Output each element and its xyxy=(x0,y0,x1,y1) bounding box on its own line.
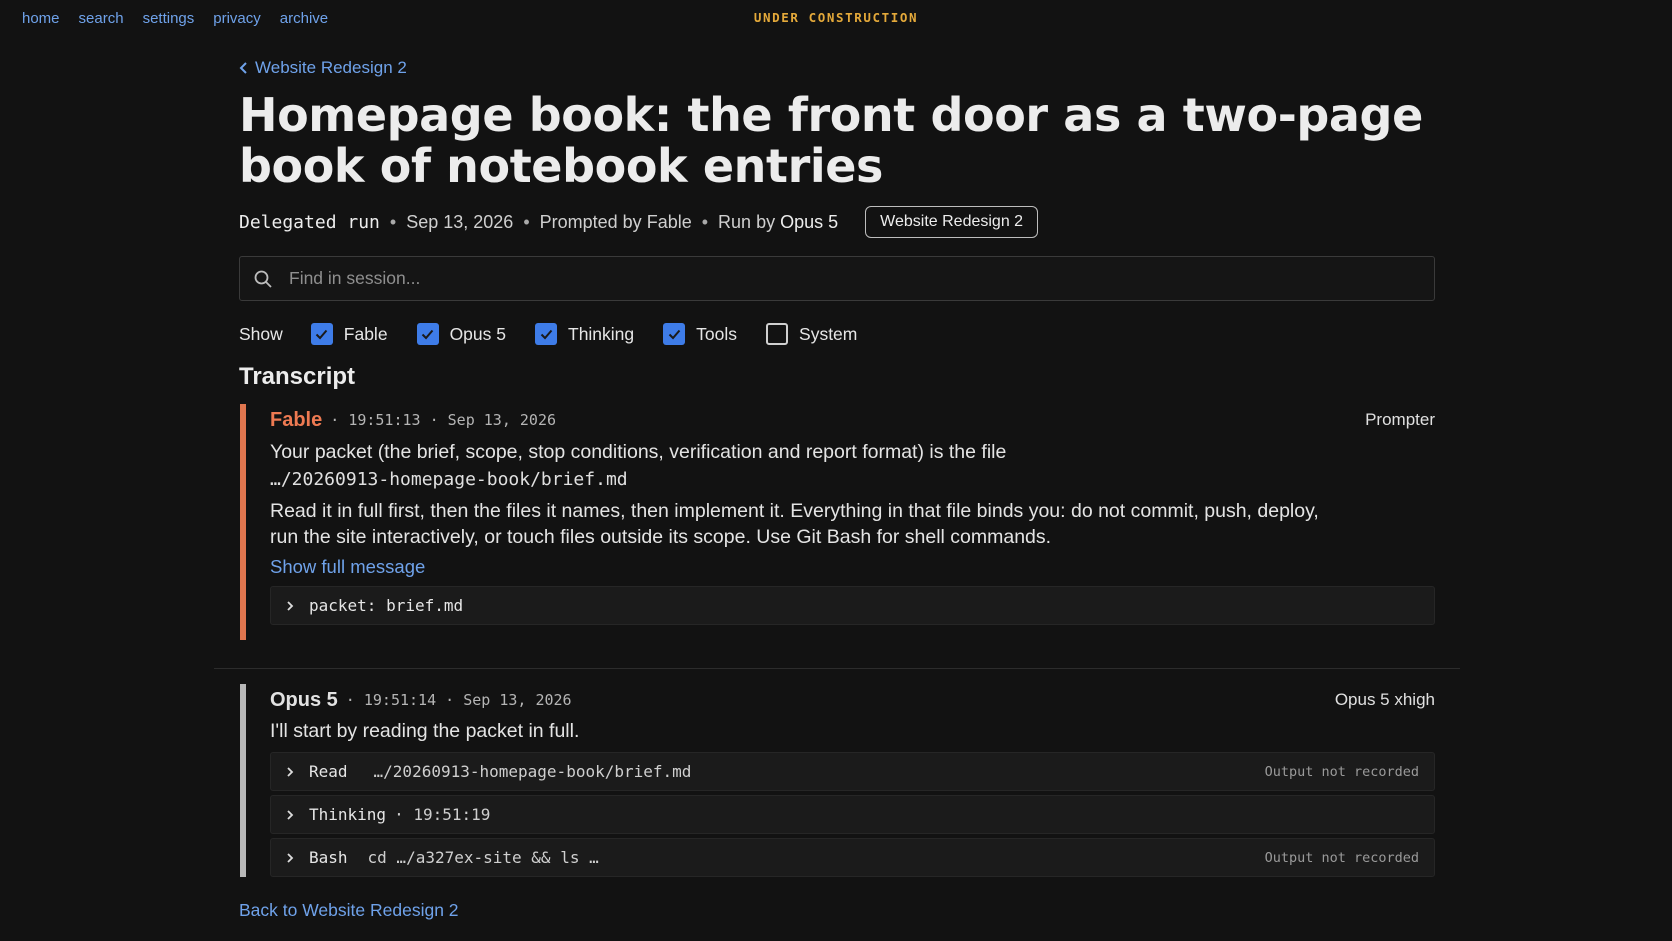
chevron-right-icon xyxy=(287,809,294,820)
search-icon xyxy=(254,270,272,288)
message-fable: Fable · 19:51:13 · Sep 13, 2026 Prompter… xyxy=(239,404,1435,640)
filter-system[interactable]: System xyxy=(766,323,857,345)
message-header: Fable · 19:51:13 · Sep 13, 2026 Prompter xyxy=(270,404,1435,435)
filter-opus[interactable]: Opus 5 xyxy=(416,323,506,345)
search-input[interactable] xyxy=(287,267,1434,290)
chevron-right-icon xyxy=(287,852,294,863)
tool-call-thinking[interactable]: Thinking · 19:51:19 xyxy=(270,795,1435,834)
attachment-packet[interactable]: packet: brief.md xyxy=(270,586,1435,625)
back-link[interactable]: Back to Website Redesign 2 xyxy=(239,900,459,921)
attachment-label: packet: xyxy=(309,596,377,615)
run-date: Sep 13, 2026 xyxy=(406,211,514,232)
meta-separator: • xyxy=(701,211,709,232)
tool-name: Read xyxy=(309,762,348,781)
tool-arg: …/20260913-homepage-book/brief.md xyxy=(373,762,692,781)
filter-thinking[interactable]: Thinking xyxy=(535,323,634,345)
message-author: Opus 5 xyxy=(270,688,338,711)
filter-opus-label: Opus 5 xyxy=(449,323,506,344)
opus-message-wrap: Opus 5 · 19:51:14 · Sep 13, 2026 Opus 5 … xyxy=(239,684,1435,877)
filter-fable-checkbox[interactable] xyxy=(310,323,333,345)
filter-tools-checkbox[interactable] xyxy=(663,323,686,345)
message-path: …/20260913-homepage-book/brief.md xyxy=(270,469,628,490)
filter-tools-label: Tools xyxy=(696,323,738,344)
filters-label: Show xyxy=(239,323,283,344)
message-accent-bar xyxy=(240,404,246,640)
construction-banner: UNDER CONSTRUCTION xyxy=(753,10,919,25)
filter-fable-label: Fable xyxy=(343,323,388,344)
message-time: 19:51:13 xyxy=(348,411,421,429)
message-text: I'll start by reading the packet in full… xyxy=(270,720,580,742)
tool-call-bash[interactable]: Bash cd …/a327ex-site && ls … Output not… xyxy=(270,838,1435,877)
transcript-heading: Transcript xyxy=(239,363,356,390)
check-icon xyxy=(540,329,552,339)
message-time: 19:51:14 xyxy=(363,691,437,709)
message-timestamp: · 19:51:14 · Sep 13, 2026 xyxy=(345,691,572,709)
message-divider xyxy=(214,668,1460,669)
breadcrumb-label: Website Redesign 2 xyxy=(255,58,407,77)
page-title: Homepage book: the front door as a two-p… xyxy=(239,88,1423,193)
message-role: Opus 5 xhigh xyxy=(1334,690,1435,709)
breadcrumb[interactable]: Website Redesign 2 xyxy=(239,58,1435,78)
tool-status: Output not recorded xyxy=(1264,763,1419,780)
prompted-prefix: Prompted by xyxy=(539,211,642,232)
filter-opus-checkbox[interactable] xyxy=(416,323,439,345)
meta-separator: • xyxy=(523,211,530,232)
check-icon xyxy=(421,329,434,339)
show-full-message-link[interactable]: Show full message xyxy=(270,556,1435,578)
message-date: Sep 13, 2026 xyxy=(447,411,557,429)
filter-system-checkbox[interactable] xyxy=(766,323,789,345)
show-filters: Show Fable Opus 5 Thinking Tools System xyxy=(239,323,1435,345)
message-role: Prompter xyxy=(1365,410,1435,429)
filter-fable[interactable]: Fable xyxy=(310,323,388,345)
message-author: Fable xyxy=(270,408,323,431)
message-header: Opus 5 · 19:51:14 · Sep 13, 2026 Opus 5 … xyxy=(270,684,1435,715)
project-pill[interactable]: Website Redesign 2 xyxy=(865,206,1039,238)
filter-thinking-label: Thinking xyxy=(568,323,635,344)
tool-name: Thinking xyxy=(309,805,387,824)
run-type: Delegated run xyxy=(239,211,380,233)
filter-thinking-checkbox[interactable] xyxy=(535,323,557,345)
chevron-right-icon xyxy=(287,766,294,777)
check-icon xyxy=(316,329,328,339)
message-accent-bar xyxy=(240,684,246,877)
chevron-right-icon xyxy=(287,600,294,611)
tool-call-read[interactable]: Read …/20260913-homepage-book/brief.md O… xyxy=(270,752,1435,791)
tool-arg: cd …/a327ex-site && ls … xyxy=(367,848,599,867)
message-date: Sep 13, 2026 xyxy=(463,691,572,709)
tool-name: Bash xyxy=(309,848,348,867)
message-text: Read it in full first, then the files it… xyxy=(270,500,1319,548)
main-content: Website Redesign 2 Homepage book: the fr… xyxy=(239,58,1435,640)
message-opus: Opus 5 · 19:51:14 · Sep 13, 2026 Opus 5 … xyxy=(239,684,1435,877)
message-text: Your packet (the brief, scope, stop cond… xyxy=(270,441,1007,463)
chevron-left-icon xyxy=(239,62,247,74)
session-search xyxy=(239,256,1435,301)
run-by: Opus 5 xyxy=(780,211,839,232)
check-icon xyxy=(668,329,680,339)
run-prefix: Run by xyxy=(718,211,776,232)
filter-system-label: System xyxy=(799,323,858,344)
filter-tools[interactable]: Tools xyxy=(663,323,737,345)
attachment-file: brief.md xyxy=(386,596,464,615)
tool-arg: · 19:51:19 xyxy=(394,805,491,824)
session-meta: Delegated run • Sep 13, 2026 • Prompted … xyxy=(239,206,1435,238)
tool-status: Output not recorded xyxy=(1264,849,1419,866)
prompted-by: Fable xyxy=(646,211,692,232)
meta-separator: • xyxy=(389,211,397,232)
message-timestamp: · 19:51:13 · Sep 13, 2026 xyxy=(330,411,557,429)
